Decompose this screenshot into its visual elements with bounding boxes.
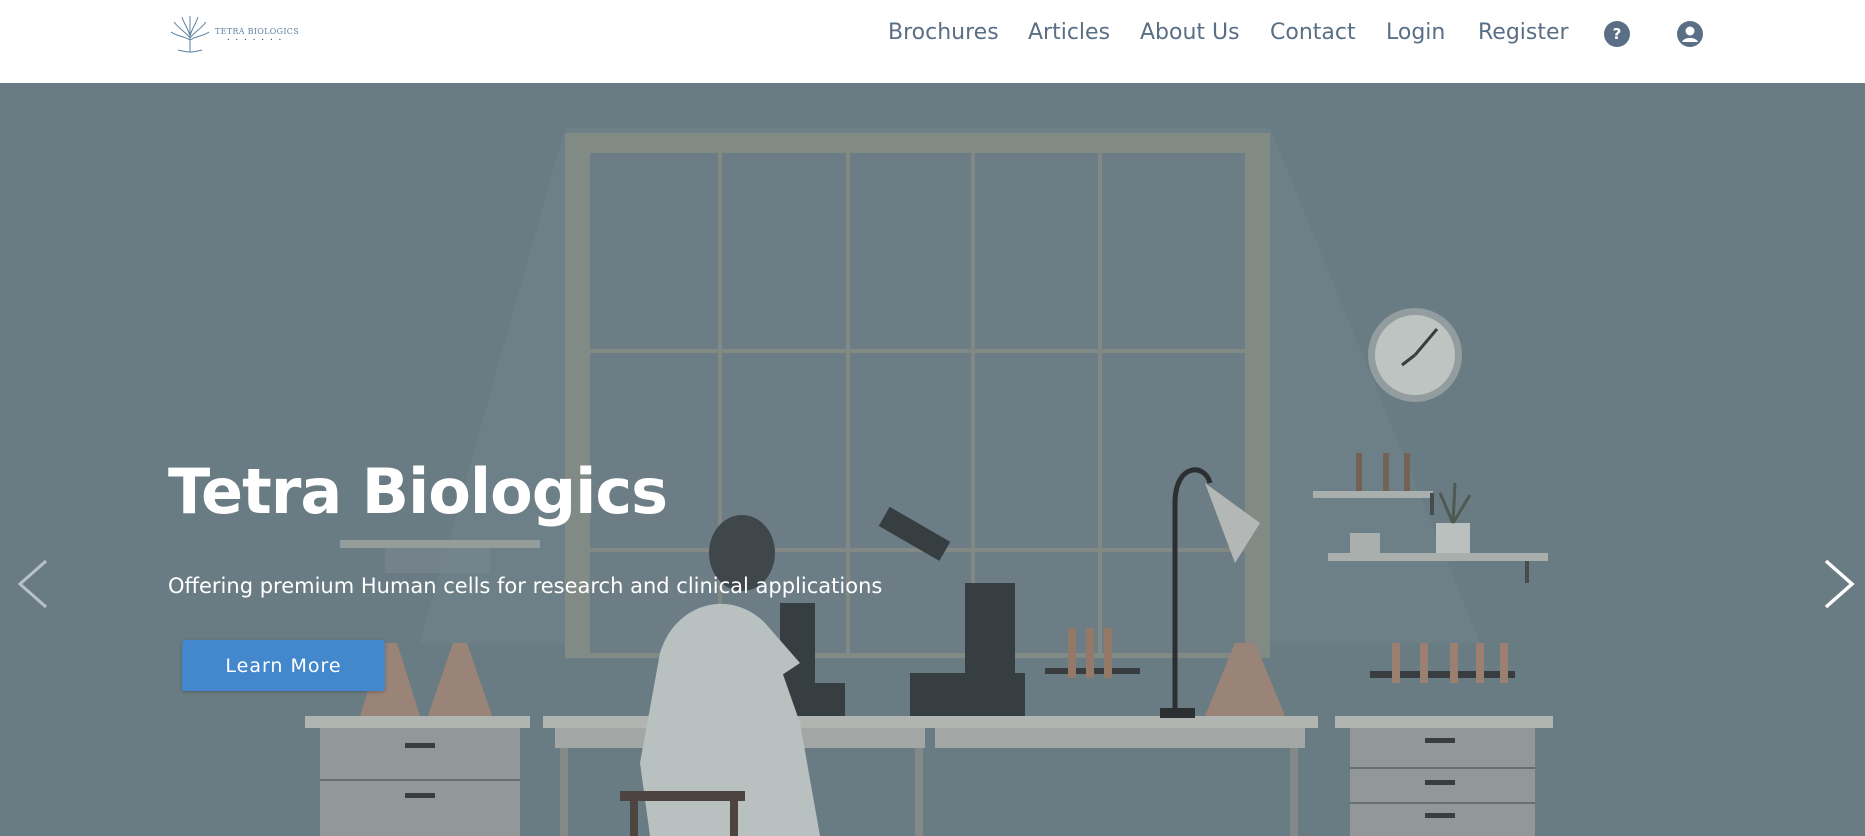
nav-articles[interactable]: Articles — [1028, 20, 1110, 45]
main-nav: Brochures Articles About Us Contact Logi… — [0, 0, 1865, 70]
nav-register[interactable]: Register — [1478, 20, 1569, 45]
nav-about-us[interactable]: About Us — [1140, 20, 1240, 45]
nav-contact[interactable]: Contact — [1270, 20, 1356, 45]
question-circle-icon[interactable]: ? — [1604, 21, 1630, 47]
nav-brochures[interactable]: Brochures — [888, 20, 999, 45]
user-silhouette-icon — [1682, 26, 1698, 42]
site-header: TETRA BIOLOGICS • • • • • • • Brochures … — [0, 0, 1865, 83]
user-circle-icon[interactable] — [1677, 21, 1703, 47]
hero-title: Tetra Biologics — [168, 455, 668, 528]
carousel-next-icon[interactable] — [1818, 549, 1858, 619]
hero-carousel: Tetra Biologics Offering premium Human c… — [0, 83, 1865, 836]
carousel-prev-icon[interactable] — [14, 549, 54, 619]
hero-subtitle: Offering premium Human cells for researc… — [168, 574, 883, 598]
nav-login[interactable]: Login — [1386, 20, 1445, 45]
learn-more-button[interactable]: Learn More — [182, 640, 385, 691]
